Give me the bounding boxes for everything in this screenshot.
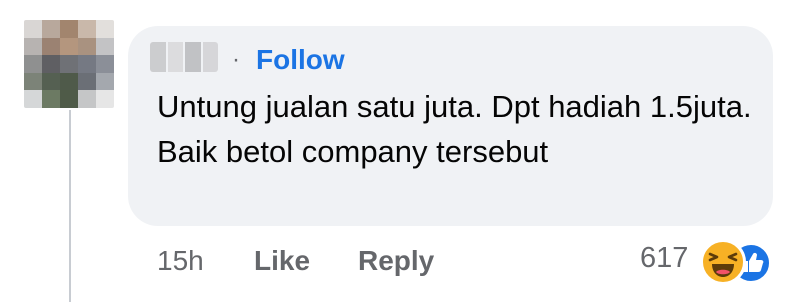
comment-timestamp[interactable]: 15h	[157, 244, 204, 278]
reply-button[interactable]: Reply	[358, 244, 434, 278]
follow-button[interactable]: Follow	[256, 43, 345, 77]
comment-text: Untung jualan satu juta. Dpt hadiah 1.5j…	[157, 89, 752, 169]
haha-icon	[700, 239, 746, 285]
like-button[interactable]: Like	[254, 244, 310, 278]
thread-line	[69, 110, 71, 302]
redacted-author-name[interactable]	[150, 42, 218, 72]
reaction-count[interactable]: 617	[640, 240, 688, 276]
avatar[interactable]	[24, 20, 114, 108]
separator-dot: ·	[232, 46, 240, 73]
reactions-summary[interactable]	[700, 236, 780, 285]
